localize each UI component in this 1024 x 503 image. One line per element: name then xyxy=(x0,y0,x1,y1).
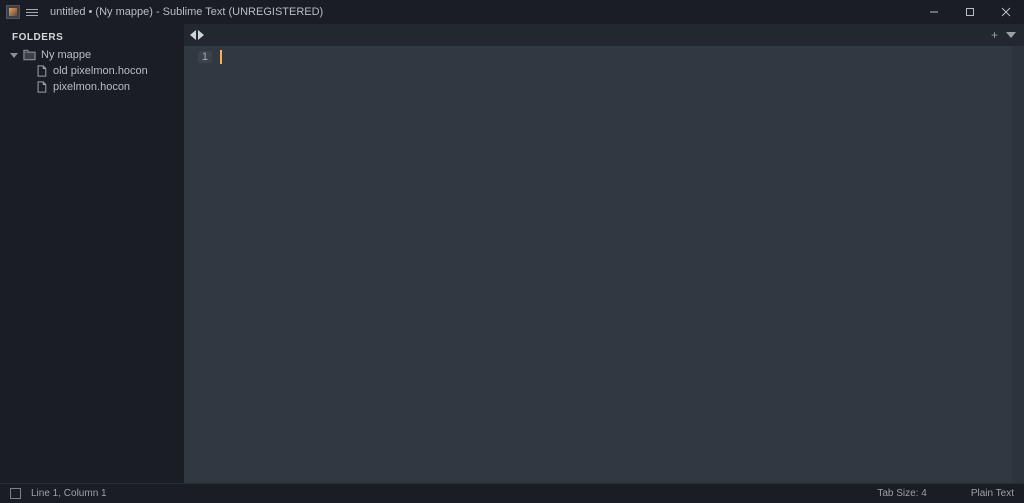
file-icon xyxy=(35,65,48,77)
editor-column: + 1 xyxy=(184,24,1024,483)
file-row[interactable]: old pixelmon.hocon xyxy=(10,63,176,79)
sidebar-heading: FOLDERS xyxy=(10,32,176,43)
window-title: untitled • (Ny mappe) - Sublime Text (UN… xyxy=(50,6,323,18)
panel-toggle-icon[interactable] xyxy=(10,488,21,499)
file-row[interactable]: pixelmon.hocon xyxy=(10,79,176,95)
folder-icon xyxy=(23,49,36,61)
maximize-button[interactable] xyxy=(952,0,988,24)
tab-history-nav xyxy=(190,30,204,40)
text-area[interactable] xyxy=(220,46,1012,483)
editor: 1 xyxy=(184,46,1024,483)
close-button[interactable] xyxy=(988,0,1024,24)
body: FOLDERS Ny mappe old pixelmon.hocon xyxy=(0,24,1024,483)
nav-forward-icon[interactable] xyxy=(198,30,204,40)
file-label: old pixelmon.hocon xyxy=(53,63,148,79)
tab-strip-right: + xyxy=(991,29,1020,41)
folder-row-root[interactable]: Ny mappe xyxy=(10,47,176,63)
status-tab-size[interactable]: Tab Size: 4 xyxy=(877,488,926,499)
nav-back-icon[interactable] xyxy=(190,30,196,40)
file-icon xyxy=(35,81,48,93)
tab-strip: + xyxy=(184,24,1024,46)
status-cursor-position[interactable]: Line 1, Column 1 xyxy=(31,488,107,499)
tab-menu-icon[interactable] xyxy=(1006,32,1016,38)
sidebar: FOLDERS Ny mappe old pixelmon.hocon xyxy=(0,24,184,483)
vertical-scrollbar[interactable] xyxy=(1012,46,1024,483)
text-cursor xyxy=(220,50,222,64)
minimize-button[interactable] xyxy=(916,0,952,24)
gutter: 1 xyxy=(184,46,220,483)
window: untitled • (Ny mappe) - Sublime Text (UN… xyxy=(0,0,1024,503)
file-label: pixelmon.hocon xyxy=(53,79,130,95)
titlebar-left: untitled • (Ny mappe) - Sublime Text (UN… xyxy=(0,5,323,19)
hamburger-menu-icon[interactable] xyxy=(26,9,38,16)
status-syntax[interactable]: Plain Text xyxy=(971,488,1014,499)
status-bar: Line 1, Column 1 Tab Size: 4 Plain Text xyxy=(0,483,1024,503)
folder-label: Ny mappe xyxy=(41,47,91,63)
line-number: 1 xyxy=(198,51,212,63)
window-controls xyxy=(916,0,1024,24)
new-tab-button[interactable]: + xyxy=(991,29,998,41)
titlebar: untitled • (Ny mappe) - Sublime Text (UN… xyxy=(0,0,1024,24)
chevron-down-icon xyxy=(10,53,18,58)
app-logo-icon xyxy=(6,5,20,19)
